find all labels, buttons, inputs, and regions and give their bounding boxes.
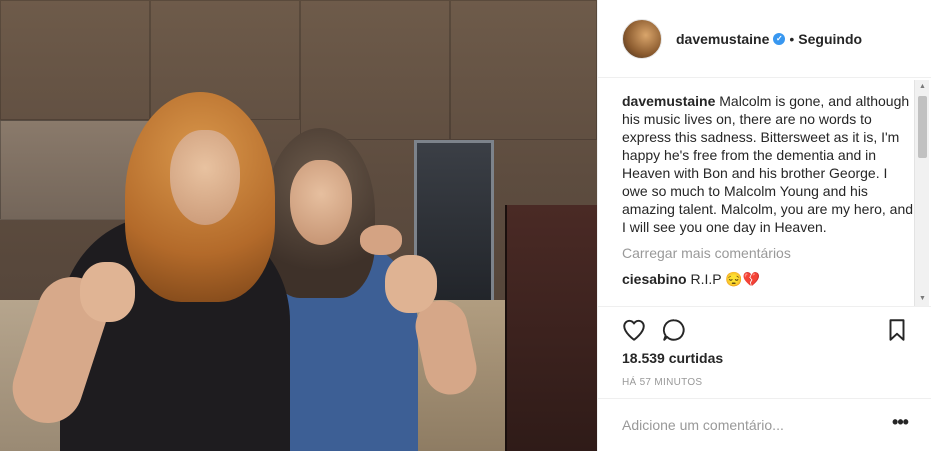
post-sidebar: davemustaine ✓ • Seguindo davemustaine M… (597, 0, 931, 451)
add-comment-section: ••• (598, 398, 931, 451)
caption-text: Malcolm is gone, and although his music … (622, 93, 914, 235)
caption: davemustaine Malcolm is gone, and althou… (622, 92, 914, 236)
comments-scrollbar[interactable]: ▲ ▼ (914, 80, 929, 306)
hand-on-shoulder (360, 225, 402, 255)
action-bar (598, 306, 931, 350)
person-right-face (290, 160, 352, 245)
separator-dot: • (789, 30, 795, 47)
caption-username[interactable]: davemustaine (622, 93, 715, 109)
header-username[interactable]: davemustaine (676, 31, 769, 47)
wall-panel (300, 0, 450, 140)
comments-list[interactable]: davemustaine Malcolm is gone, and althou… (622, 92, 914, 302)
person-right-fist (385, 255, 437, 313)
avatar[interactable] (622, 18, 662, 59)
post-photo[interactable] (0, 0, 597, 451)
likes-count[interactable]: 18.539 curtidas (622, 350, 723, 366)
comment-item: ciesabino R.I.P 😔💔 (622, 270, 914, 288)
bookmark-icon[interactable] (884, 317, 910, 343)
load-more-comments-link[interactable]: Carregar mais comentários (622, 244, 914, 262)
comment-username[interactable]: ciesabino (622, 271, 687, 287)
comment-input[interactable] (622, 413, 872, 437)
scroll-down-arrow-icon[interactable]: ▼ (915, 292, 930, 306)
wall-panel (0, 0, 150, 120)
comment-text: R.I.P 😔💔 (690, 271, 761, 287)
person-left-face (170, 130, 240, 225)
post-timestamp[interactable]: HÁ 57 MINUTOS (622, 377, 702, 388)
post-header: davemustaine ✓ • Seguindo (598, 0, 931, 78)
heart-icon[interactable] (621, 317, 647, 343)
person-left-fist (80, 262, 135, 322)
more-options-icon[interactable]: ••• (888, 413, 912, 435)
verified-badge-icon: ✓ (773, 32, 786, 45)
wall-panel (450, 0, 597, 140)
comment-icon[interactable] (661, 317, 687, 343)
scroll-thumb[interactable] (918, 96, 927, 158)
scroll-up-arrow-icon[interactable]: ▲ (915, 80, 930, 94)
road-case (505, 205, 597, 451)
follow-button[interactable]: Seguindo (798, 31, 862, 47)
